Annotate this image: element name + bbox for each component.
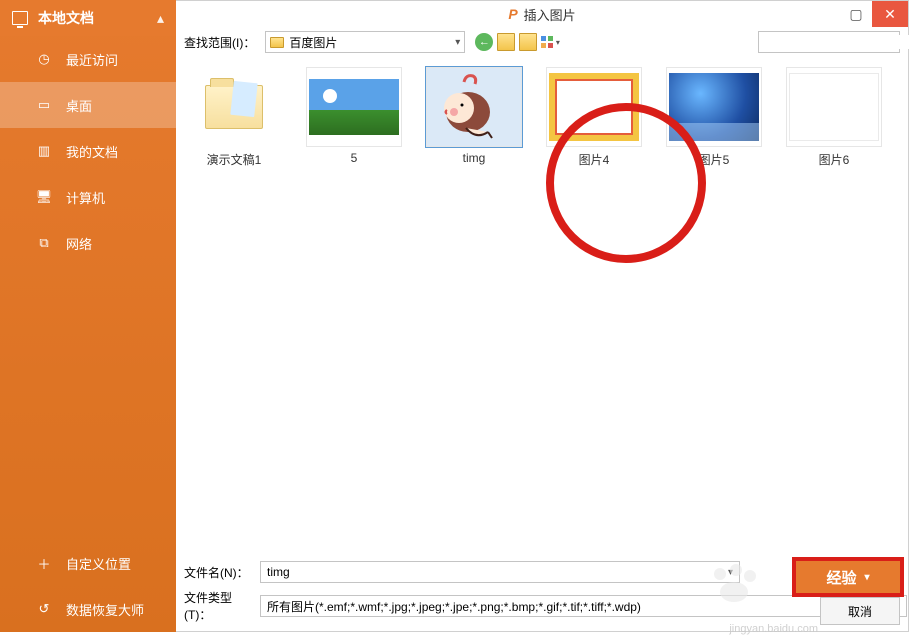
sidebar-item-desktop[interactable]: ▭ 桌面 (0, 82, 176, 128)
sidebar-item-label: 自定义位置 (66, 554, 131, 573)
sidebar-item-custom-location[interactable]: ＋ 自定义位置 (0, 540, 176, 586)
look-in-label: 查找范围(I)： (184, 34, 255, 51)
sidebar-items: ◷ 最近访问 ▭ 桌面 ▥ 我的文档 🖥 计算机 ⧉ 网络 (0, 36, 176, 540)
plus-icon: ＋ (34, 556, 54, 570)
view-mode-button[interactable]: ▾ (541, 33, 559, 51)
file-item-selected[interactable]: timg (424, 67, 524, 168)
sidebar-item-label: 数据恢复大师 (66, 600, 144, 619)
window-title: 插入图片 (524, 5, 576, 24)
sidebar-header: 本地文档 ▴ (0, 0, 176, 36)
file-name: 5 (304, 151, 404, 165)
close-button[interactable]: ✕ (872, 1, 908, 27)
sidebar: 本地文档 ▴ ◷ 最近访问 ▭ 桌面 ▥ 我的文档 🖥 计算机 ⧉ 网络 (0, 0, 176, 632)
sidebar-item-recent[interactable]: ◷ 最近访问 (0, 36, 176, 82)
search-box[interactable]: 🔍 (758, 31, 900, 53)
recovery-icon: ↺ (34, 602, 54, 616)
sidebar-item-label: 我的文档 (66, 142, 118, 161)
sidebar-item-label: 桌面 (66, 96, 92, 115)
back-button[interactable]: ← (475, 33, 493, 51)
chevron-down-icon: ▾ (556, 38, 560, 47)
file-name: 图片5 (664, 151, 764, 168)
new-folder-button[interactable] (519, 33, 537, 51)
sidebar-item-documents[interactable]: ▥ 我的文档 (0, 128, 176, 174)
file-item[interactable]: 图片4 (544, 67, 644, 168)
open-button-label: 经验 (826, 567, 856, 588)
window-controls: ▢ ✕ (840, 1, 908, 27)
filetype-label: 文件类型(T)： (184, 589, 254, 623)
file-item[interactable]: 5 (304, 67, 404, 168)
sidebar-footer: ＋ 自定义位置 ↺ 数据恢复大师 (0, 540, 176, 632)
maximize-button[interactable]: ▢ (840, 1, 872, 27)
sidebar-item-computer[interactable]: 🖥 计算机 (0, 174, 176, 220)
chevron-down-icon: ▾ (455, 37, 460, 48)
collapse-arrow-icon[interactable]: ▴ (157, 10, 164, 27)
monitor-icon (12, 11, 28, 25)
toolbar: 查找范围(I)： 百度图片 ▾ ← ▾ 🔍 (176, 27, 908, 57)
titlebar: P 插入图片 ▢ ✕ (176, 1, 908, 27)
filename-label: 文件名(N)： (184, 564, 254, 581)
file-name: timg (424, 151, 524, 165)
thumbnail (546, 67, 642, 147)
documents-icon: ▥ (34, 144, 54, 158)
thumbnail (786, 67, 882, 147)
titlebar-center: P 插入图片 (508, 5, 575, 24)
path-dropdown[interactable]: 百度图片 ▾ (265, 31, 465, 53)
file-item[interactable]: 图片6 (784, 67, 884, 168)
filename-input[interactable] (260, 561, 740, 583)
thumbnail (306, 67, 402, 147)
open-button[interactable]: 经验 ▾ (798, 563, 898, 591)
desktop-icon: ▭ (34, 98, 54, 112)
main-panel: P 插入图片 ▢ ✕ 查找范围(I)： 百度图片 ▾ ← ▾ (176, 0, 909, 632)
thumbnail (426, 67, 522, 147)
file-name: 图片4 (544, 151, 644, 168)
recent-icon: ◷ (34, 52, 54, 66)
filetype-dropdown[interactable] (260, 595, 907, 617)
current-path: 百度图片 (289, 34, 337, 51)
search-input[interactable] (763, 35, 909, 49)
cancel-button-label: 取消 (848, 603, 872, 620)
file-item[interactable]: 演示文稿1 (184, 67, 284, 168)
sidebar-title: 本地文档 (38, 8, 94, 28)
thumbnail (186, 67, 282, 147)
grid-icon (541, 36, 553, 48)
folder-icon (270, 37, 284, 48)
annotation-open-box: 经验 ▾ (792, 557, 904, 597)
nav-icons: ← ▾ (475, 33, 559, 51)
bottom-bar: jingyan.baidu.com 文件名(N)： ▾ 文件类型(T)： ▾ 经… (176, 555, 908, 631)
network-icon: ⧉ (34, 236, 54, 250)
computer-icon: 🖥 (34, 190, 54, 204)
sidebar-item-network[interactable]: ⧉ 网络 (0, 220, 176, 266)
sidebar-item-label: 网络 (66, 234, 92, 253)
file-area[interactable]: 演示文稿1 5 (176, 57, 908, 555)
file-name: 演示文稿1 (184, 151, 284, 168)
sidebar-item-label: 计算机 (66, 188, 105, 207)
app-logo-icon: P (508, 6, 517, 22)
thumbnail (666, 67, 762, 147)
watermark-text: jingyan.baidu.com (729, 623, 818, 635)
sidebar-item-recovery[interactable]: ↺ 数据恢复大师 (0, 586, 176, 632)
sidebar-item-label: 最近访问 (66, 50, 118, 69)
up-folder-button[interactable] (497, 33, 515, 51)
file-name: 图片6 (784, 151, 884, 168)
chevron-down-icon: ▾ (864, 572, 869, 583)
file-item[interactable]: 图片5 (664, 67, 764, 168)
cancel-button[interactable]: 取消 (820, 597, 900, 625)
